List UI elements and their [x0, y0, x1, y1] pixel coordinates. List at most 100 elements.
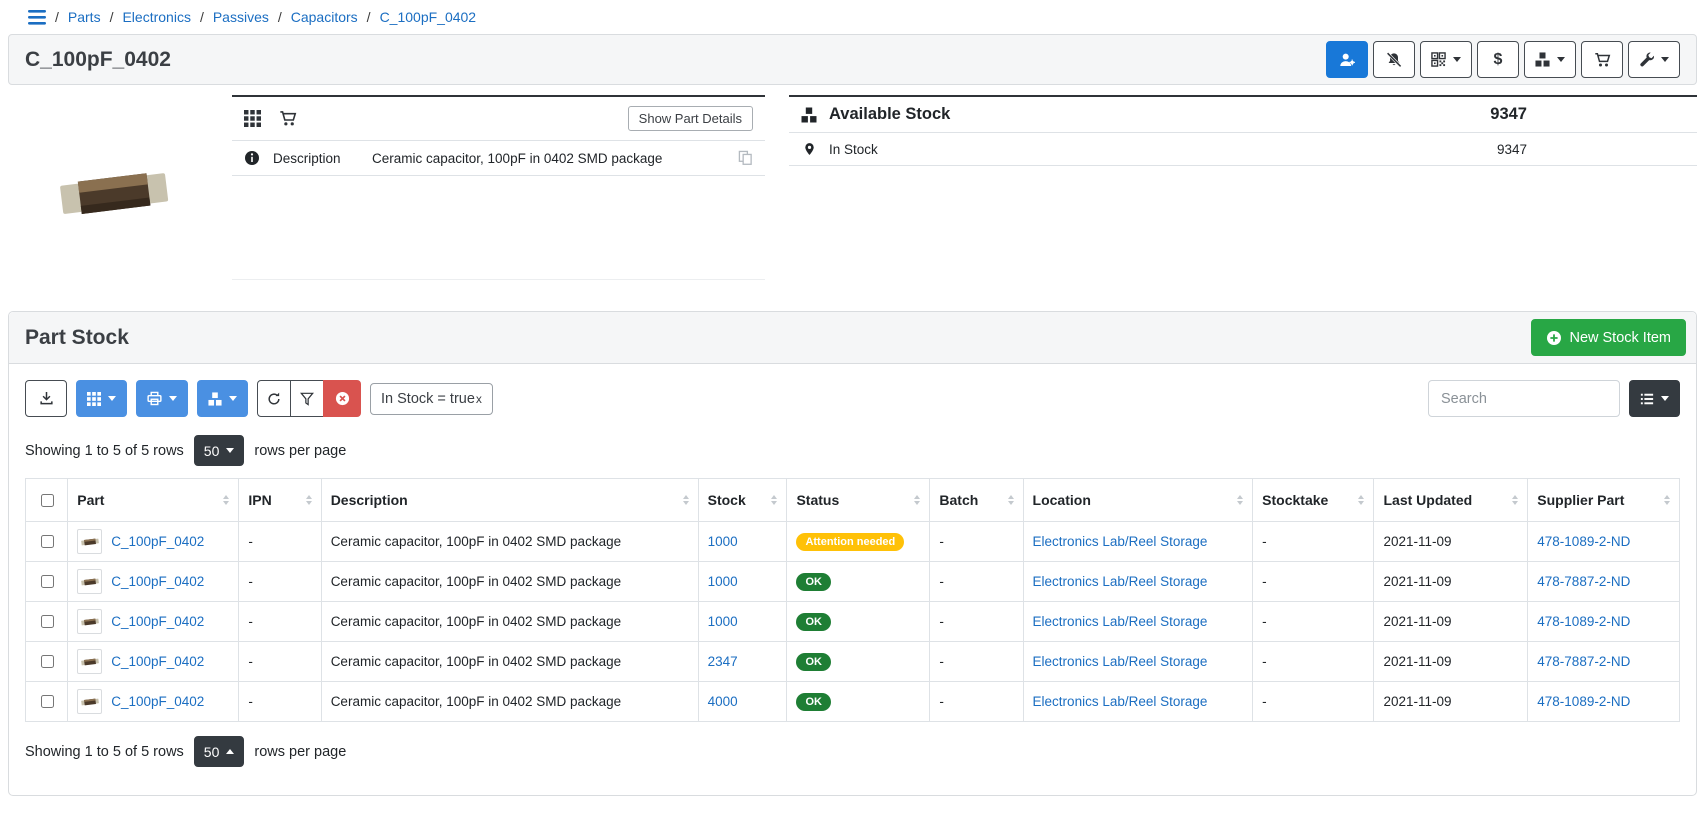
part-actions-dropdown[interactable]: [1628, 41, 1680, 78]
remove-filter-icon[interactable]: x: [476, 392, 482, 406]
supplier-part-cell: 478-7887-2-ND: [1528, 562, 1680, 602]
breadcrumb-link-parts[interactable]: Parts: [68, 9, 101, 25]
row-select-cell: [26, 522, 68, 562]
select-all-header[interactable]: [26, 479, 68, 522]
unsubscribe-button[interactable]: [1373, 41, 1415, 78]
new-stock-item-button[interactable]: New Stock Item: [1531, 319, 1686, 356]
order-actions-button[interactable]: [1581, 41, 1623, 78]
supplier-part-link[interactable]: 478-7887-2-ND: [1537, 654, 1630, 669]
stock-link[interactable]: 1000: [708, 534, 738, 549]
description-cell: Ceramic capacitor, 100pF in 0402 SMD pac…: [321, 682, 698, 722]
stock-cell: 1000: [698, 602, 787, 642]
location-link[interactable]: Electronics Lab/Reel Storage: [1033, 574, 1208, 589]
column-header-part[interactable]: Part: [68, 479, 239, 522]
view-mode-dropdown[interactable]: [1629, 380, 1680, 417]
part-thumbnail: [77, 609, 102, 634]
breadcrumb-separator: /: [200, 9, 204, 25]
column-header-ipn[interactable]: IPN: [239, 479, 321, 522]
column-header-last-updated[interactable]: Last Updated: [1374, 479, 1528, 522]
ipn-cell: -: [239, 522, 321, 562]
grid-icon[interactable]: [244, 110, 261, 127]
location-link[interactable]: Electronics Lab/Reel Storage: [1033, 614, 1208, 629]
row-checkbox[interactable]: [41, 535, 54, 548]
times-circle-icon: [335, 391, 350, 406]
part-link[interactable]: C_100pF_0402: [111, 614, 204, 629]
location-link[interactable]: Electronics Lab/Reel Storage: [1033, 694, 1208, 709]
row-select-cell: [26, 682, 68, 722]
print-actions-dropdown[interactable]: [136, 380, 188, 417]
row-select-cell: [26, 562, 68, 602]
menu-icon[interactable]: [28, 10, 46, 25]
part-image[interactable]: [8, 95, 220, 291]
shopping-cart-icon: [1594, 52, 1611, 68]
part-link[interactable]: C_100pF_0402: [111, 654, 204, 669]
breadcrumb-link-capacitors[interactable]: Capacitors: [291, 9, 358, 25]
supplier-part-link[interactable]: 478-1089-2-ND: [1537, 614, 1630, 629]
page-header: C_100pF_0402: [8, 34, 1697, 85]
subscribed-users-button[interactable]: [1326, 41, 1368, 78]
supplier-part-link[interactable]: 478-1089-2-ND: [1537, 694, 1630, 709]
row-checkbox[interactable]: [41, 695, 54, 708]
breadcrumb-link-current-part[interactable]: C_100pF_0402: [380, 9, 477, 25]
location-link[interactable]: Electronics Lab/Reel Storage: [1033, 654, 1208, 669]
chevron-down-icon: [226, 448, 234, 453]
stock-link[interactable]: 1000: [708, 574, 738, 589]
supplier-part-link[interactable]: 478-1089-2-ND: [1537, 534, 1630, 549]
stock-options-dropdown[interactable]: [197, 380, 248, 417]
row-checkbox[interactable]: [41, 655, 54, 668]
stocktake-cell: -: [1253, 682, 1374, 722]
refresh-button[interactable]: [257, 380, 291, 417]
column-header-location[interactable]: Location: [1023, 479, 1253, 522]
page-size-dropdown[interactable]: 50: [194, 736, 245, 767]
column-header-supplier-part[interactable]: Supplier Part: [1528, 479, 1680, 522]
pagination-top: Showing 1 to 5 of 5 rows 50 rows per pag…: [9, 421, 1696, 478]
column-header-stock[interactable]: Stock: [698, 479, 787, 522]
stock-actions-dropdown[interactable]: [1524, 41, 1576, 78]
row-checkbox[interactable]: [41, 575, 54, 588]
status-badge: OK: [796, 653, 831, 671]
printer-icon: [147, 391, 162, 406]
stock-link[interactable]: 4000: [708, 694, 738, 709]
ipn-cell: -: [239, 682, 321, 722]
bell-slash-icon: [1386, 52, 1402, 68]
location-link[interactable]: Electronics Lab/Reel Storage: [1033, 534, 1208, 549]
part-link[interactable]: C_100pF_0402: [111, 694, 204, 709]
copy-icon[interactable]: [738, 150, 753, 166]
part-cell: C_100pF_0402: [68, 562, 239, 602]
column-header-stocktake[interactable]: Stocktake: [1253, 479, 1374, 522]
part-link[interactable]: C_100pF_0402: [111, 574, 204, 589]
sort-icon: [1664, 495, 1670, 505]
barcode-actions-dropdown[interactable]: [76, 380, 127, 417]
status-badge: OK: [796, 613, 831, 631]
export-button[interactable]: [25, 380, 67, 417]
status-badge: OK: [796, 573, 831, 591]
supplier-part-link[interactable]: 478-7887-2-ND: [1537, 574, 1630, 589]
breadcrumb-link-passives[interactable]: Passives: [213, 9, 269, 25]
stock-cell: 1000: [698, 522, 787, 562]
barcode-actions-dropdown[interactable]: [1420, 41, 1472, 78]
filter-button[interactable]: [290, 380, 324, 417]
part-cell: C_100pF_0402: [68, 642, 239, 682]
show-part-details-button[interactable]: Show Part Details: [628, 106, 753, 131]
part-cell: C_100pF_0402: [68, 682, 239, 722]
stock-link[interactable]: 2347: [708, 654, 738, 669]
stock-link[interactable]: 1000: [708, 614, 738, 629]
search-input[interactable]: [1428, 380, 1620, 417]
supplier-part-cell: 478-1089-2-ND: [1528, 602, 1680, 642]
row-checkbox[interactable]: [41, 615, 54, 628]
page-size-dropdown[interactable]: 50: [194, 435, 245, 466]
part-link[interactable]: C_100pF_0402: [111, 534, 204, 549]
sort-icon: [771, 495, 777, 505]
column-header-status[interactable]: Status: [787, 479, 930, 522]
clear-filters-button[interactable]: [323, 380, 361, 417]
select-all-checkbox[interactable]: [41, 494, 54, 507]
available-stock-title: Available Stock: [829, 105, 950, 124]
active-filter-tag[interactable]: In Stock = true x: [370, 383, 493, 415]
pricing-button[interactable]: $: [1477, 41, 1519, 78]
column-label: Supplier Part: [1537, 492, 1624, 508]
cart-icon[interactable]: [279, 110, 297, 127]
list-icon: [1640, 392, 1654, 406]
column-header-description[interactable]: Description: [321, 479, 698, 522]
column-header-batch[interactable]: Batch: [930, 479, 1023, 522]
breadcrumb-link-electronics[interactable]: Electronics: [122, 9, 190, 25]
